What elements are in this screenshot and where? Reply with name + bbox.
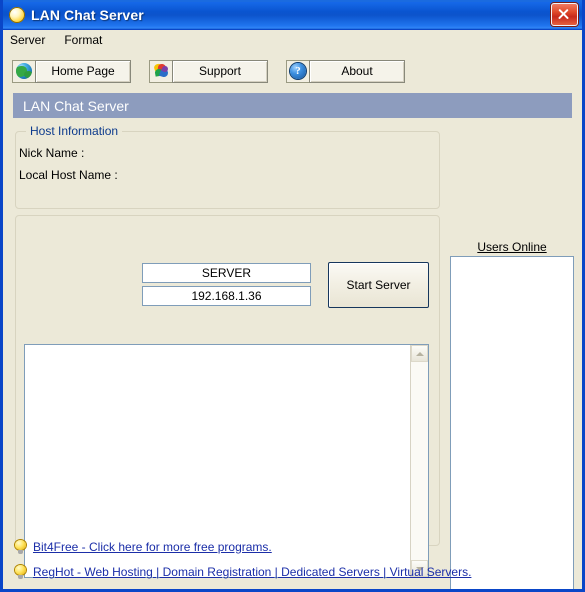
chevron-up-icon[interactable] (411, 345, 428, 362)
page-title: LAN Chat Server (13, 93, 572, 118)
window-title: LAN Chat Server (31, 6, 144, 23)
toolbar-group-support: Support (149, 59, 268, 83)
lan-chat-server-window: LAN Chat Server Server Format Home Page … (0, 0, 585, 592)
nick-name-input[interactable] (142, 263, 311, 283)
local-host-name-label: Local Host Name : (19, 168, 118, 182)
app-circle-icon (9, 6, 25, 23)
lightbulb-icon (15, 539, 26, 554)
local-host-name-input[interactable] (142, 286, 311, 306)
menu-bar: Server Format (3, 30, 582, 51)
bit4free-link[interactable]: Bit4Free - Click here for more free prog… (33, 540, 272, 554)
home-page-button[interactable]: Home Page (35, 59, 131, 83)
support-button[interactable]: Support (172, 59, 268, 83)
footer-links: Bit4Free - Click here for more free prog… (3, 534, 582, 584)
about-button[interactable]: About (309, 59, 405, 83)
scrollbar-track[interactable] (411, 362, 428, 560)
toolbar-group-about: ? About (286, 59, 405, 83)
main-content: Host Information Nick Name : Local Host … (3, 118, 582, 589)
footer-link-row-bit4free: Bit4Free - Click here for more free prog… (15, 534, 582, 559)
start-server-button[interactable]: Start Server (328, 262, 429, 308)
butterfly-icon[interactable] (149, 59, 172, 83)
host-information-legend: Host Information (26, 124, 123, 138)
menu-item-server[interactable]: Server (10, 31, 54, 49)
globe-icon[interactable] (12, 59, 35, 83)
users-online-label: Users Online (477, 240, 547, 254)
reghot-link[interactable]: RegHot - Web Hosting | Domain Registrati… (33, 565, 471, 579)
lightbulb-icon (15, 564, 26, 579)
menu-item-format[interactable]: Format (64, 31, 111, 49)
nick-name-label: Nick Name : (19, 146, 85, 160)
help-circle-icon[interactable]: ? (286, 59, 309, 83)
close-icon[interactable] (551, 3, 578, 26)
toolbar: Home Page Support ? About (3, 51, 582, 91)
title-bar: LAN Chat Server (3, 0, 582, 30)
toolbar-group-home-page: Home Page (12, 59, 131, 83)
footer-link-row-reghot: RegHot - Web Hosting | Domain Registrati… (15, 559, 582, 584)
